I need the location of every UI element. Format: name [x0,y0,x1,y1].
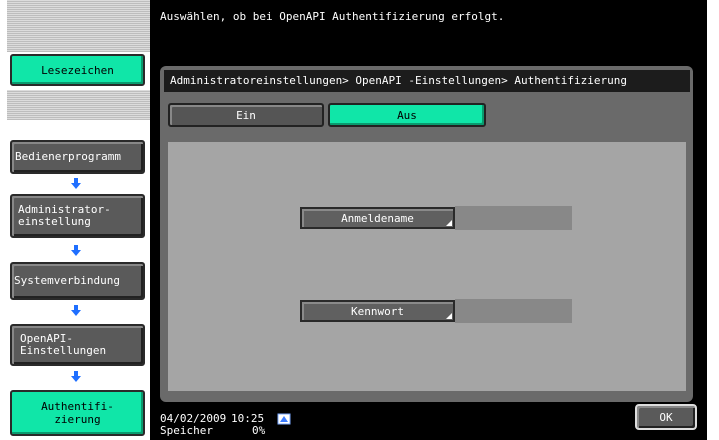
step-administratoreinstellung[interactable]: Administrator- einstellung [10,194,145,238]
touch-panel-screen: Lesezeichen Bedienerprogramm Administrat… [0,0,707,440]
field-area: Anmeldename Kennwort [168,142,686,391]
arrow-down-icon [71,305,81,316]
anmeldename-label: Anmeldename [341,211,414,225]
ein-button[interactable]: Ein [168,103,324,127]
step-openapi-einstellungen[interactable]: OpenAPI- Einstellungen [10,324,145,366]
step-systemverbindung[interactable]: Systemverbindung [10,262,145,300]
sidebar-stripe-mid [7,90,150,120]
anmeldename-field[interactable] [455,206,572,230]
main-area: Auswählen, ob bei OpenAPI Authentifizier… [150,0,707,440]
status-time: 10:25 [231,412,265,425]
arrow-down-icon [71,178,81,189]
network-status-icon [277,410,291,425]
ok-button[interactable]: OK [635,404,697,430]
arrow-down-icon [71,245,81,256]
breadcrumb: Administratoreinstellungen> OpenAPI -Ein… [164,70,690,92]
instruction-message: Auswählen, ob bei OpenAPI Authentifizier… [160,10,505,23]
memory-label: Speicher [160,424,213,437]
status-date: 04/02/2009 [160,412,227,425]
kennwort-label: Kennwort [351,304,404,318]
corner-marker-icon [446,313,452,319]
corner-marker-icon [446,220,452,226]
sidebar: Lesezeichen Bedienerprogramm Administrat… [7,0,150,440]
aus-button[interactable]: Aus [328,103,486,127]
step-bedienerprogramm[interactable]: Bedienerprogramm [10,140,145,174]
arrow-down-icon [71,371,81,382]
bookmark-button[interactable]: Lesezeichen [10,54,145,86]
kennwort-field[interactable] [455,299,572,323]
step-authentifizierung[interactable]: Authentifi- zierung [10,390,145,436]
kennwort-button[interactable]: Kennwort [300,300,455,322]
anmeldename-button[interactable]: Anmeldename [300,207,455,229]
sidebar-stripe-top [7,0,150,52]
memory-value: 0% [252,424,266,437]
